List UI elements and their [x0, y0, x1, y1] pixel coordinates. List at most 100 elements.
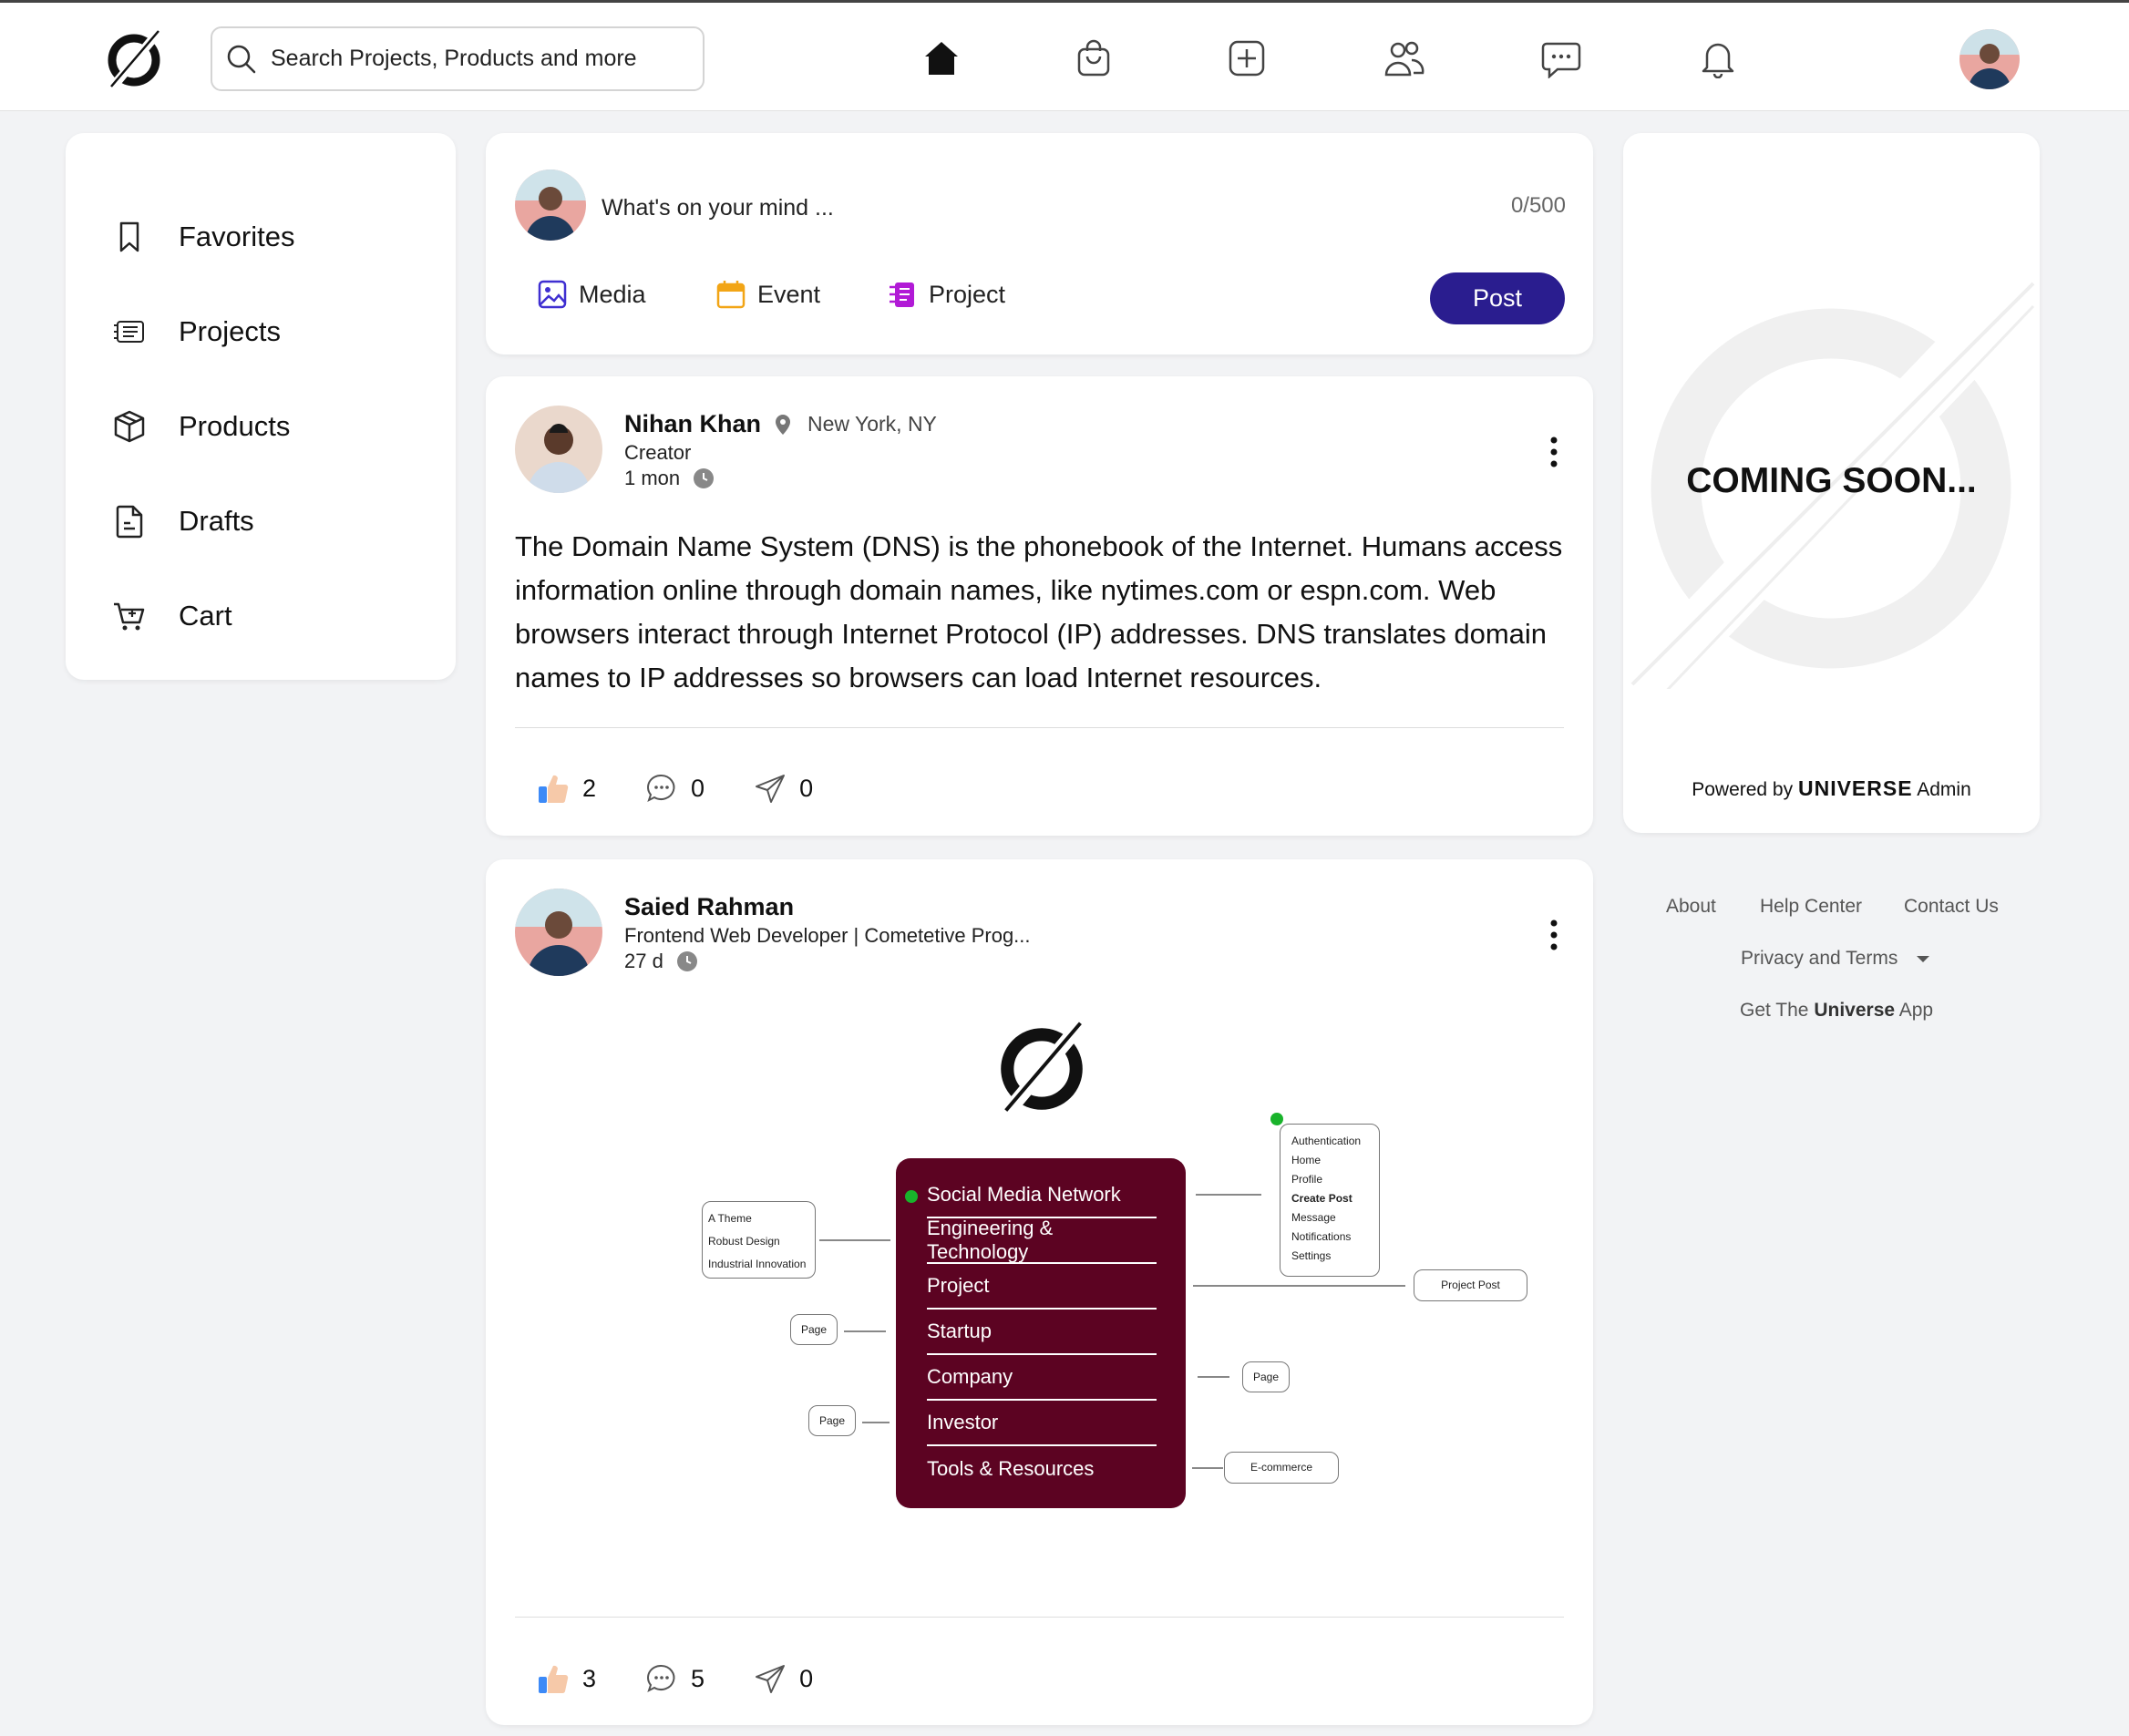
thumbs-up-icon [539, 1665, 569, 1694]
location-text: New York, NY [807, 412, 937, 436]
diagram-page-box: Page [790, 1314, 838, 1345]
sidebar-item-label: Favorites [179, 221, 295, 252]
shopping-bag-icon[interactable] [1073, 37, 1115, 79]
get-app-suffix: App [1898, 1000, 1934, 1021]
sidebar-item-drafts[interactable]: Drafts [66, 474, 456, 569]
divider [515, 1617, 1564, 1618]
more-options-icon[interactable] [1549, 436, 1558, 468]
more-options-icon[interactable] [1549, 919, 1558, 951]
diagram-menu: Social Media Network Engineering & Techn… [896, 1158, 1186, 1508]
diagram-text: Notifications [1291, 1230, 1352, 1243]
diagram-ecommerce-box: E-commerce [1224, 1452, 1339, 1484]
diagram-pages-box: Authentication Home Profile Create Post … [1280, 1124, 1380, 1277]
sidebar-item-label: Projects [179, 315, 281, 347]
connector-line [819, 1239, 890, 1241]
diagram-text: Message [1291, 1211, 1336, 1224]
reaction-bar: 2 0 0 [537, 772, 862, 805]
search-icon [227, 45, 256, 73]
diagram-menu-item: Company [927, 1355, 1157, 1401]
composer-input[interactable]: What's on your mind ... [602, 195, 834, 221]
diagram-text: Settings [1291, 1249, 1332, 1262]
divider [515, 727, 1564, 728]
comment-icon [647, 1664, 675, 1692]
media-button[interactable]: Media [537, 279, 646, 310]
search-input[interactable]: Search Projects, Products and more [211, 26, 705, 91]
powered-prefix: Powered by [1692, 779, 1794, 800]
privacy-terms-label: Privacy and Terms [1741, 948, 1898, 969]
comment-button[interactable]: 5 [645, 1662, 705, 1695]
plus-square-icon[interactable] [1226, 37, 1268, 79]
diagram-text: A Theme [708, 1212, 752, 1225]
projects-icon [111, 313, 148, 350]
share-count: 0 [799, 1664, 814, 1692]
clock-icon [676, 951, 697, 971]
help-center-link[interactable]: Help Center [1760, 896, 1862, 918]
sidebar-item-label: Cart [179, 600, 232, 632]
diagram-page-box: Page [808, 1405, 856, 1436]
project-button[interactable]: Project [887, 279, 1005, 310]
get-app-link[interactable]: Get The Universe App [1740, 1000, 1933, 1022]
sidebar-item-favorites[interactable]: Favorites [66, 190, 456, 284]
feed-post: Saied Rahman Frontend Web Developer | Co… [486, 859, 1593, 1725]
chat-icon[interactable] [1540, 37, 1582, 79]
comment-icon [647, 774, 675, 802]
share-button[interactable]: 0 [754, 772, 813, 805]
diagram-menu-item: Engineering & Technology [927, 1217, 1157, 1264]
author-name[interactable]: Nihan Khan [624, 410, 761, 438]
post-time-text: 1 mon [624, 467, 681, 489]
event-button[interactable]: Event [715, 279, 820, 310]
like-button[interactable]: 2 [537, 772, 596, 805]
share-button[interactable]: 0 [754, 1662, 813, 1695]
post-body: The Domain Name System (DNS) is the phon… [515, 530, 1563, 693]
event-label: Event [757, 280, 821, 308]
user-avatar[interactable] [1959, 29, 2020, 89]
like-button[interactable]: 3 [537, 1662, 596, 1695]
feed-post: Nihan Khan New York, NY Creator 1 mon Th… [486, 376, 1593, 836]
diagram-page-box: Page [1242, 1361, 1290, 1392]
top-bar: Search Projects, Products and more [0, 0, 2129, 111]
sidebar-item-label: Drafts [179, 505, 254, 537]
comment-button[interactable]: 0 [645, 772, 705, 805]
author-name[interactable]: Saied Rahman [624, 893, 794, 921]
document-icon [111, 503, 148, 539]
sidebar-item-cart[interactable]: Cart [66, 569, 456, 663]
post-button[interactable]: Post [1430, 272, 1565, 324]
diagram-menu-item: Startup [927, 1310, 1157, 1355]
sidebar-item-label: Products [179, 410, 291, 442]
diagram-text: Authentication [1291, 1135, 1362, 1147]
cart-icon [111, 598, 148, 634]
box-icon [111, 408, 148, 445]
post-time-text: 27 d [624, 950, 663, 972]
left-sidebar: Favorites Projects Products Drafts Cart [66, 133, 456, 680]
post-time: 27 d [624, 950, 698, 973]
diagram-text: Home [1291, 1154, 1322, 1166]
get-app-prefix: Get The [1740, 1000, 1809, 1021]
connector-line [1198, 1376, 1229, 1378]
sidebar-item-products[interactable]: Products [66, 379, 456, 474]
contact-us-link[interactable]: Contact Us [1904, 896, 1999, 918]
diagram-text: Robust Design [708, 1235, 780, 1248]
powered-by: Powered by UNIVERSE Admin [1623, 776, 2040, 801]
diagram-menu-item: Project [927, 1264, 1157, 1310]
people-icon[interactable] [1383, 37, 1425, 79]
author-avatar[interactable] [515, 889, 602, 976]
universe-logo-icon[interactable] [102, 28, 166, 92]
author-avatar[interactable] [515, 406, 602, 493]
author-role: Creator [624, 441, 692, 464]
location-pin-icon [776, 414, 790, 435]
clock-icon [694, 468, 715, 488]
like-count: 3 [582, 1664, 597, 1692]
bell-icon[interactable] [1697, 37, 1739, 79]
home-icon[interactable] [921, 37, 962, 79]
connector-line [1196, 1194, 1261, 1196]
sidebar-item-projects[interactable]: Projects [66, 284, 456, 379]
media-label: Media [579, 280, 646, 308]
chevron-down-icon [1917, 956, 1930, 962]
privacy-terms-link[interactable]: Privacy and Terms [1741, 948, 1930, 970]
bookmark-icon [111, 219, 148, 255]
project-icon [890, 282, 914, 307]
post-time: 1 mon [624, 467, 715, 490]
diagram-project-post-box: Project Post [1414, 1269, 1527, 1301]
send-icon [756, 775, 786, 803]
about-link[interactable]: About [1666, 896, 1716, 918]
